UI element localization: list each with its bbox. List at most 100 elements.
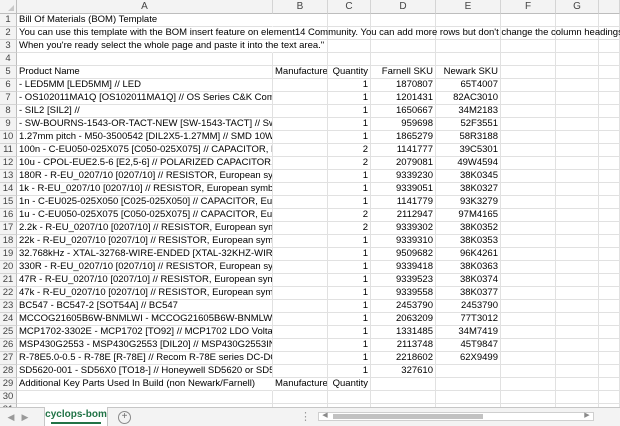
cell-e[interactable] [436,14,501,27]
cell-a[interactable]: 2.2k - R-EU_0207/10 [0207/10] // RESISTO… [17,222,273,235]
row-header[interactable]: 11 [0,144,17,157]
cell-c[interactable]: 1 [328,196,371,209]
cell-h[interactable] [599,196,620,209]
cell-b[interactable] [273,157,328,170]
cell-a[interactable]: - LED5MM [LED5MM] // LED [17,79,273,92]
cell-e[interactable]: 38K0377 [436,287,501,300]
cell-a[interactable]: Product Name [17,66,273,79]
cell-c[interactable]: 1 [328,352,371,365]
cell-a[interactable]: 1u - C-EU050-025X075 [C050-025X075] // C… [17,209,273,222]
cell-d[interactable] [371,391,436,404]
cell-e[interactable]: 38K0353 [436,235,501,248]
cell-d[interactable]: 1865279 [371,131,436,144]
cell-d[interactable]: 2063209 [371,313,436,326]
cell-f[interactable] [501,313,556,326]
cell-g[interactable] [556,339,599,352]
cell-g[interactable] [556,209,599,222]
cell-b[interactable] [273,235,328,248]
cell-e[interactable]: 38K0352 [436,222,501,235]
row-header[interactable]: 23 [0,300,17,313]
cell-e[interactable]: 96K4261 [436,248,501,261]
row-header[interactable]: 16 [0,209,17,222]
cell-a[interactable]: MCP1702-3302E - MCP1702 [TO92] // MCP170… [17,326,273,339]
cell-h[interactable] [599,66,620,79]
cell-b[interactable] [273,183,328,196]
cell-h[interactable] [599,391,620,404]
cell-e[interactable]: 34M7419 [436,326,501,339]
cell-a[interactable]: R-78E5.0-0.5 - R-78E [R-78E] // Recom R-… [17,352,273,365]
cell-c[interactable]: 1 [328,274,371,287]
cell-h[interactable] [599,352,620,365]
row-header[interactable]: 25 [0,326,17,339]
cell-f[interactable] [501,209,556,222]
cell-g[interactable] [556,53,599,66]
cell-b[interactable] [273,313,328,326]
cell-f[interactable] [501,53,556,66]
cell-f[interactable] [501,40,556,53]
cell-d[interactable]: 959698 [371,118,436,131]
cell-c[interactable]: 1 [328,326,371,339]
cell-d[interactable]: 327610 [371,365,436,378]
cell-d[interactable]: 9339523 [371,274,436,287]
cell-a[interactable]: MCCOG21605B6W-BNMLWI - MCCOG21605B6W-BNM… [17,313,273,326]
cell-e[interactable]: 38K0327 [436,183,501,196]
scrollbar-thumb[interactable] [333,414,483,419]
cell-a[interactable]: SD5620-001 - SD56X0 [TO18-] // Honeywell… [17,365,273,378]
cell-d[interactable]: 9339230 [371,170,436,183]
cell-b[interactable] [273,209,328,222]
cell-h[interactable] [599,131,620,144]
cell-a[interactable]: 1n - C-EU025-025X050 [C025-025X050] // C… [17,196,273,209]
cell-g[interactable] [556,287,599,300]
row-header[interactable]: 4 [0,53,17,66]
cell-d[interactable]: 1201431 [371,92,436,105]
column-header-a[interactable]: A [17,0,273,14]
cell-f[interactable] [501,144,556,157]
cell-f[interactable] [501,196,556,209]
cell-g[interactable] [556,92,599,105]
row-header[interactable]: 10 [0,131,17,144]
cell-f[interactable] [501,92,556,105]
cell-e[interactable]: 93K3279 [436,196,501,209]
cell-g[interactable] [556,248,599,261]
cell-e[interactable]: 82AC3010 [436,92,501,105]
cell-e[interactable]: 38K0374 [436,274,501,287]
cell-h[interactable] [599,170,620,183]
cell-b[interactable] [273,287,328,300]
cell-d[interactable]: 1141779 [371,196,436,209]
cell-a[interactable]: 330R - R-EU_0207/10 [0207/10] // RESISTO… [17,261,273,274]
cell-e[interactable]: 77T3012 [436,313,501,326]
cell-d[interactable]: 9339558 [371,287,436,300]
cell-e[interactable]: 62X9499 [436,352,501,365]
row-header[interactable]: 15 [0,196,17,209]
cell-e[interactable] [436,365,501,378]
cell-d[interactable]: 2453790 [371,300,436,313]
cell-f[interactable] [501,170,556,183]
cell-g[interactable] [556,105,599,118]
cell-d[interactable]: 1870807 [371,79,436,92]
cell-b[interactable] [273,339,328,352]
row-header[interactable]: 7 [0,92,17,105]
cell-h[interactable] [599,339,620,352]
cell-h[interactable] [599,14,620,27]
cell-d[interactable]: 9509682 [371,248,436,261]
cell-g[interactable] [556,391,599,404]
cell-e[interactable]: Newark SKU [436,66,501,79]
cell-g[interactable] [556,131,599,144]
cell-b[interactable] [273,300,328,313]
cell-a[interactable] [17,53,273,66]
plus-circle-icon[interactable]: + [118,411,131,424]
cell-c[interactable]: 1 [328,79,371,92]
cell-h[interactable] [599,326,620,339]
cell-b[interactable] [273,261,328,274]
row-header[interactable]: 12 [0,157,17,170]
cell-d[interactable]: 1141777 [371,144,436,157]
cell-b[interactable] [273,144,328,157]
cell-e[interactable]: 45T9847 [436,339,501,352]
cell-f[interactable] [501,105,556,118]
cell-d[interactable]: 1650667 [371,105,436,118]
sheet-tab-cyclops-bom[interactable]: cyclops-bom [44,407,108,426]
row-header[interactable]: 5 [0,66,17,79]
row-header[interactable]: 19 [0,248,17,261]
cell-d[interactable] [371,14,436,27]
select-all-corner[interactable] [0,0,17,14]
